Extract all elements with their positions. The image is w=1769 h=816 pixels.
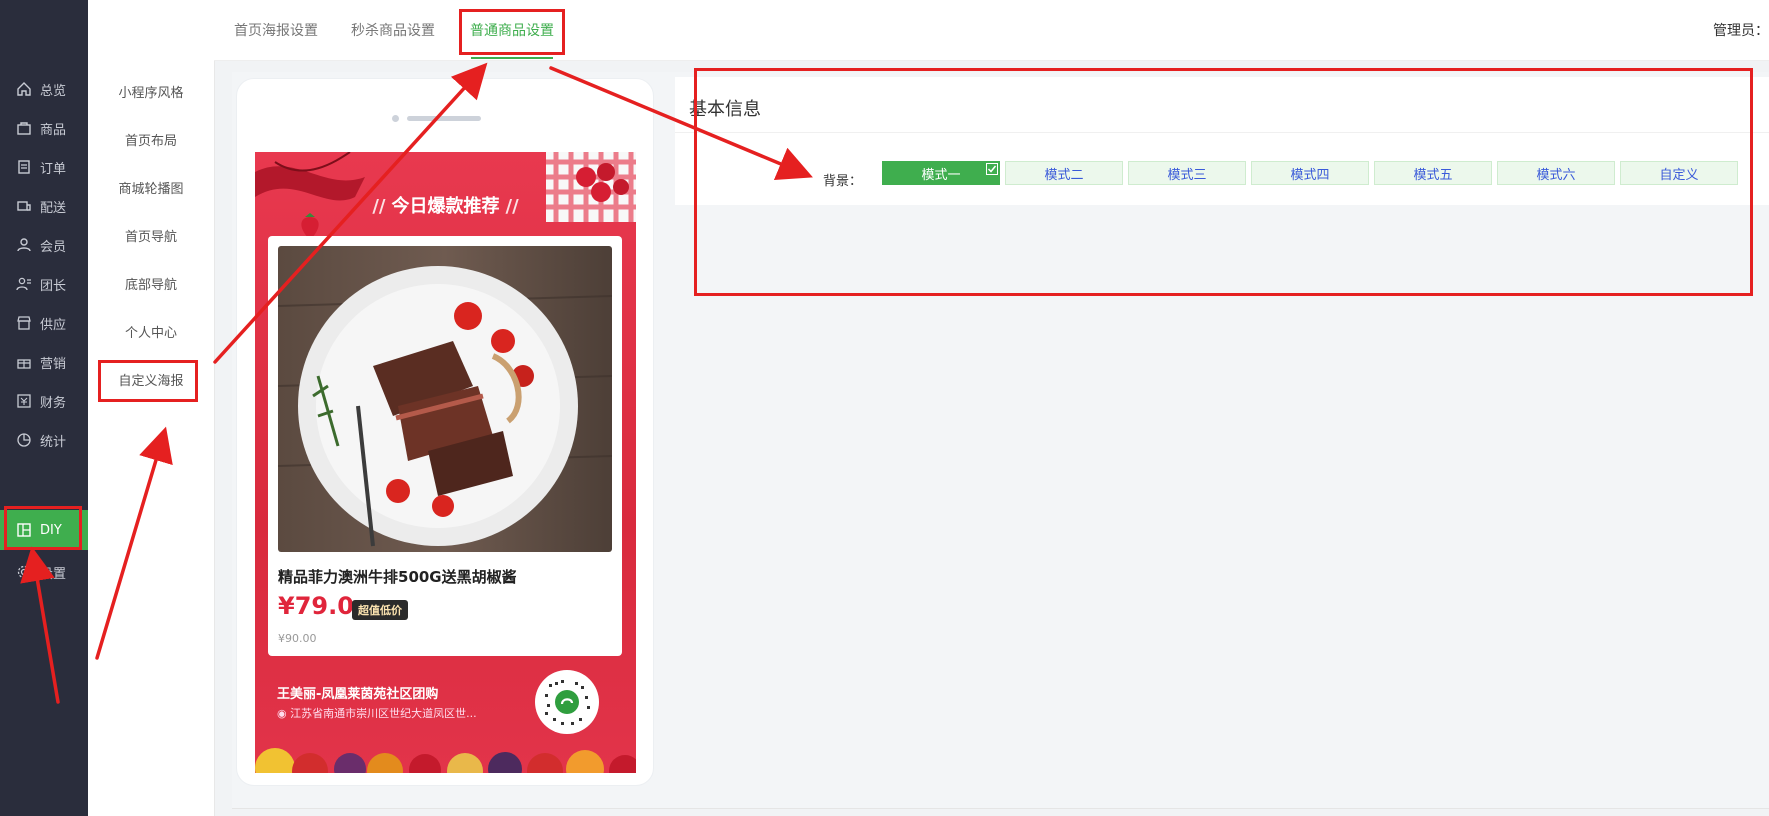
fruit-decoration — [255, 748, 636, 773]
sidebar-item-diy[interactable]: DIY — [0, 510, 88, 550]
store-address: ◉ 江苏省南通市崇川区世纪大道凤区世... — [277, 707, 477, 720]
delivery-icon — [17, 201, 31, 211]
sidebar-item-label: 会员 — [40, 239, 67, 255]
product-name: 精品菲力澳洲牛排500G送黑胡椒酱 — [278, 568, 517, 586]
sidebar-item-label: DIY — [40, 522, 62, 538]
phone-preview: //今日爆款推荐// 精品菲力澳洲牛排500G送黑胡椒酱 ¥79.0 超值低价 … — [236, 78, 654, 786]
sidebar-item-goods[interactable]: 商品 — [0, 108, 88, 148]
tab-flash-sale[interactable]: 秒杀商品设置 — [351, 20, 435, 40]
sidebar-item-marketing[interactable]: 营销 — [0, 342, 88, 382]
sidebar-item-label: 营销 — [40, 356, 67, 372]
tab-normal-goods[interactable]: 普通商品设置 — [470, 20, 554, 40]
submenu-item-home-nav[interactable]: 首页导航 — [88, 226, 214, 245]
mode-option-label: 模式五 — [1413, 167, 1453, 183]
product-image — [278, 246, 612, 552]
sidebar-item-label: 商品 — [40, 122, 67, 138]
sidebar-item-finance[interactable]: 财务 — [0, 381, 88, 421]
mode-option-5[interactable]: 模式五 — [1374, 161, 1492, 185]
sidebar-item-label: 财务 — [40, 395, 67, 411]
sidebar-item-overview[interactable]: 总览 — [0, 69, 88, 109]
leader-icon — [16, 277, 31, 291]
submenu-item-bottom-nav[interactable]: 底部导航 — [88, 274, 214, 293]
location-pin-icon: ◉ — [277, 707, 287, 720]
basic-info-panel: 基本信息 背景： 模式一 模式二 模式三 模式四 模式五 模式六 自定义 — [675, 77, 1769, 205]
layout-icon — [17, 523, 31, 537]
original-price: ¥90.00 — [278, 632, 317, 645]
check-icon — [986, 163, 998, 175]
sidebar-item-label: 订单 — [40, 161, 67, 177]
top-tab-bar: 首页海报设置 秒杀商品设置 普通商品设置 管理员： — [214, 0, 1769, 61]
shop-icon — [17, 316, 31, 330]
sidebar-item-label: 总览 — [40, 83, 67, 99]
sidebar-item-settings[interactable]: 设置 — [0, 552, 88, 592]
price-badge: 超值低价 — [352, 600, 408, 620]
sidebar-item-label: 统计 — [40, 434, 67, 450]
bag-icon — [17, 122, 31, 135]
gift-icon — [17, 359, 31, 369]
gear-icon — [17, 565, 31, 579]
product-price: ¥79.0 — [278, 592, 354, 620]
poster-headline: //今日爆款推荐// — [372, 196, 519, 217]
diy-submenu: 小程序风格 首页布局 商城轮播图 首页导航 底部导航 个人中心 自定义海报 — [88, 0, 215, 816]
mode-option-label: 模式二 — [1044, 167, 1084, 183]
mode-option-label: 模式六 — [1536, 167, 1576, 183]
store-name: 王美丽-凤凰莱茵苑社区团购 — [277, 687, 439, 702]
panel-title: 基本信息 — [689, 99, 761, 120]
chart-icon — [17, 433, 31, 447]
sidebar-item-label: 配送 — [40, 200, 67, 216]
admin-label[interactable]: 管理员： — [1713, 20, 1769, 40]
mode-option-custom[interactable]: 自定义 — [1620, 161, 1738, 185]
phone-camera-dot — [392, 115, 399, 122]
home-icon — [17, 82, 31, 96]
phone-speaker-bar — [407, 116, 481, 121]
submenu-item-custom-poster[interactable]: 自定义海报 — [88, 370, 214, 389]
user-icon — [17, 238, 31, 252]
submenu-item-style[interactable]: 小程序风格 — [88, 82, 214, 101]
poster-preview: //今日爆款推荐// 精品菲力澳洲牛排500G送黑胡椒酱 ¥79.0 超值低价 … — [255, 152, 636, 773]
sidebar-item-delivery[interactable]: 配送 — [0, 186, 88, 226]
mode-option-4[interactable]: 模式四 — [1251, 161, 1369, 185]
order-icon — [18, 160, 30, 174]
mode-option-3[interactable]: 模式三 — [1128, 161, 1246, 185]
sidebar-item-leaders[interactable]: 团长 — [0, 264, 88, 304]
sidebar-item-members[interactable]: 会员 — [0, 225, 88, 265]
background-label: 背景： — [823, 174, 863, 189]
mode-option-2[interactable]: 模式二 — [1005, 161, 1123, 185]
mode-option-label: 模式一 — [921, 167, 961, 183]
sidebar-item-label: 供应 — [40, 317, 67, 333]
submenu-item-carousel[interactable]: 商城轮播图 — [88, 178, 214, 197]
finance-icon — [17, 394, 31, 408]
poster-product-card: 精品菲力澳洲牛排500G送黑胡椒酱 ¥79.0 超值低价 ¥90.00 — [268, 236, 622, 656]
sidebar-item-label: 团长 — [40, 278, 67, 294]
sidebar-item-label: 设置 — [40, 566, 67, 582]
active-tab-indicator — [471, 57, 553, 59]
mode-option-6[interactable]: 模式六 — [1497, 161, 1615, 185]
submenu-item-home-layout[interactable]: 首页布局 — [88, 130, 214, 149]
submenu-item-profile[interactable]: 个人中心 — [88, 322, 214, 341]
mode-option-label: 模式三 — [1167, 167, 1207, 183]
tab-home-poster[interactable]: 首页海报设置 — [234, 20, 318, 40]
panel-divider — [675, 132, 1769, 133]
mode-option-label: 模式四 — [1290, 167, 1330, 183]
main-sidebar: 总览 商品 订单 配送 会员 团长 供应 营销 财务 统计 DIY 设置 — [0, 0, 88, 816]
mode-option-1[interactable]: 模式一 — [882, 161, 1000, 185]
sidebar-item-supply[interactable]: 供应 — [0, 303, 88, 343]
sidebar-item-statistics[interactable]: 统计 — [0, 420, 88, 460]
sidebar-item-orders[interactable]: 订单 — [0, 147, 88, 187]
mode-option-label: 自定义 — [1659, 167, 1699, 183]
